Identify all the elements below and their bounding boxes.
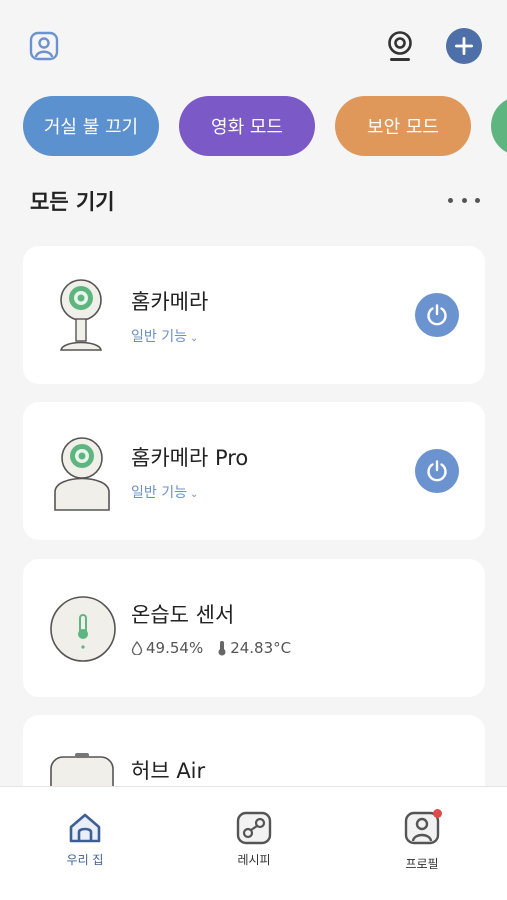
nav-profile-label: 프로필 [405, 857, 439, 871]
humidity-drop-icon [131, 641, 143, 655]
power-icon [427, 304, 447, 326]
camera-icon[interactable] [382, 28, 418, 64]
chevron-down-icon: ⌄ [189, 489, 199, 500]
device-function-dropdown[interactable]: 일반 기능 ⌄ [131, 482, 198, 502]
recipe-icon [236, 811, 272, 845]
temperature-value: 24.83°C [230, 639, 292, 657]
nav-home-label: 우리 집 [66, 853, 104, 867]
bottom-nav: 우리 집 레시피 프로필 [0, 786, 507, 900]
home-icon [69, 813, 101, 843]
top-bar [0, 0, 507, 90]
plus-icon [455, 37, 473, 55]
profile-icon-wrap [404, 809, 442, 849]
power-button[interactable] [415, 449, 459, 493]
thermometer-icon [47, 587, 117, 671]
power-button[interactable] [415, 293, 459, 337]
device-card-temp-humidity-sensor[interactable]: 온습도 센서 49.54% 24.83°C [23, 559, 485, 697]
nav-home[interactable]: 우리 집 [40, 811, 130, 868]
more-horizontal-icon[interactable] [448, 192, 480, 208]
nav-recipe-label: 레시피 [237, 853, 271, 867]
nav-recipe[interactable]: 레시피 [209, 811, 299, 868]
scene-chip-security-mode[interactable]: 보안 모드 [335, 96, 471, 156]
more-dot [448, 197, 453, 203]
device-function-label: 일반 기능 [131, 329, 187, 345]
chevron-down-icon: ⌄ [189, 333, 199, 344]
home-camera-icon [47, 274, 117, 358]
profile-icon[interactable] [28, 30, 60, 62]
more-dot [475, 197, 480, 203]
temperature-reading: 24.83°C [217, 639, 291, 657]
more-dot [461, 197, 467, 203]
scene-chip-partial[interactable] [491, 96, 507, 156]
device-name: 허브 Air [131, 759, 206, 783]
device-name: 홈카메라 [131, 290, 209, 314]
humidity-value: 49.54% [146, 639, 204, 657]
scene-chips: 거실 불 끄기 영화 모드 보안 모드 [0, 96, 507, 158]
device-card-home-camera[interactable]: 홈카메라 일반 기능 ⌄ [23, 246, 485, 384]
device-function-label: 일반 기능 [131, 485, 187, 501]
power-icon [427, 460, 447, 482]
scene-chip-movie-mode[interactable]: 영화 모드 [179, 96, 315, 156]
device-name: 홈카메라 Pro [131, 446, 249, 470]
temperature-icon [218, 641, 226, 656]
humidity-reading: 49.54% [131, 639, 203, 657]
device-card-home-camera-pro[interactable]: 홈카메라 Pro 일반 기능 ⌄ [23, 402, 485, 540]
add-button[interactable] [446, 28, 482, 64]
section-title: 모든 기기 [30, 190, 115, 214]
nav-profile[interactable]: 프로필 [377, 809, 467, 872]
device-function-dropdown[interactable]: 일반 기능 ⌄ [131, 326, 198, 346]
sensor-readings: 49.54% 24.83°C [131, 639, 291, 657]
home-camera-pro-icon [47, 430, 117, 514]
device-name: 온습도 센서 [131, 603, 235, 627]
notification-badge [433, 809, 442, 818]
scene-chip-living-room-lights-off[interactable]: 거실 불 끄기 [23, 96, 159, 156]
